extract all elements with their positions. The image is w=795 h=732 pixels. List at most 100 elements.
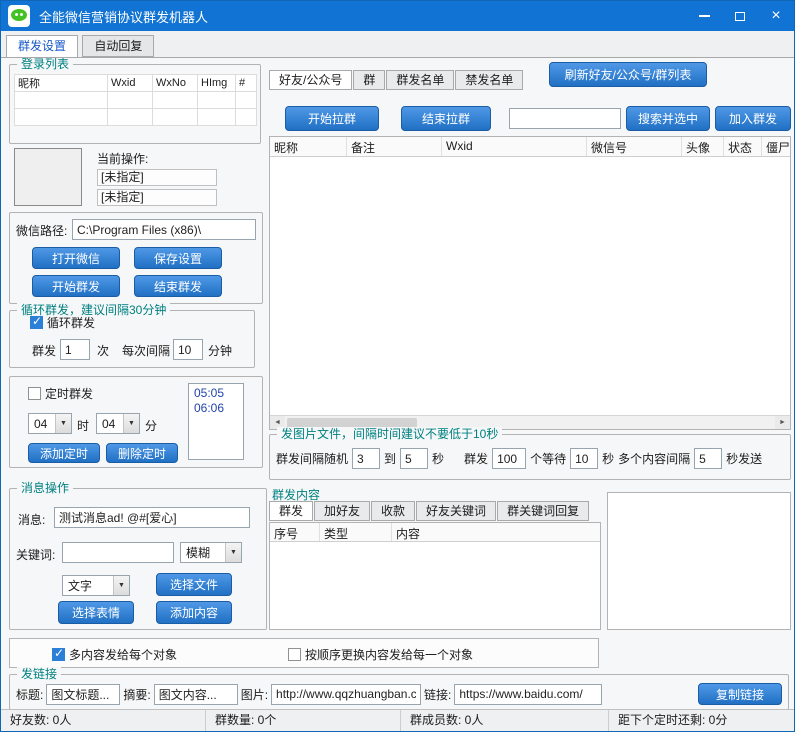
interval-label-4: 群发 xyxy=(464,452,489,466)
close-button[interactable]: × xyxy=(758,1,794,31)
send-link-title: 发链接 xyxy=(17,667,62,682)
content-type-select[interactable]: 文字 ▼ xyxy=(62,575,130,596)
friend-tabs: 好友/公众号 群 群发名单 禁发名单 xyxy=(269,70,524,90)
tab-mass-send[interactable]: 群发 xyxy=(269,501,314,521)
select-file-button[interactable]: 选择文件 xyxy=(156,573,232,596)
tab-collect-payment[interactable]: 收款 xyxy=(371,501,416,521)
close-icon: × xyxy=(771,7,781,24)
stop-mass-send-button[interactable]: 结束群发 xyxy=(134,275,222,297)
interval-label-8: 秒发送 xyxy=(726,452,763,466)
scroll-right-icon[interactable]: ► xyxy=(775,416,790,429)
tab-groups[interactable]: 群 xyxy=(353,70,386,90)
multi-content-checkbox[interactable]: 多内容发给每个对象 xyxy=(52,646,177,663)
table-row[interactable] xyxy=(14,108,257,126)
tab-send-list[interactable]: 群发名单 xyxy=(386,70,455,90)
interval-label-5: 个等待 xyxy=(530,452,567,466)
minimize-icon xyxy=(698,15,710,17)
link-summary-input[interactable] xyxy=(153,683,238,705)
search-select-button[interactable]: 搜索并选中 xyxy=(626,106,710,131)
loop-times-input[interactable] xyxy=(60,339,90,360)
content-tabs: 群发 加好友 收款 好友关键词 群关键词回复 xyxy=(269,501,590,521)
current-op-value-1: [未指定] xyxy=(97,169,217,186)
minimize-button[interactable] xyxy=(686,1,722,31)
tab-group-keyword-reply[interactable]: 群关键词回复 xyxy=(497,501,590,521)
interval-max-input[interactable] xyxy=(400,448,429,469)
tab-auto-reply[interactable]: 自动回复 xyxy=(82,35,155,57)
maximize-button[interactable] xyxy=(722,1,758,31)
link-url-input[interactable] xyxy=(454,683,603,705)
loop-interval-input[interactable] xyxy=(173,339,203,360)
link-url-label: 链接: xyxy=(424,687,452,702)
match-mode-select[interactable]: 模糊 ▼ xyxy=(180,542,242,563)
tab-ban-list[interactable]: 禁发名单 xyxy=(455,70,524,90)
status-group-count: 群数量: 0个 xyxy=(206,710,401,731)
timed-hour-value: 04 xyxy=(34,416,48,431)
wechat-path-box: 微信路径: 打开微信 保存设置 开始群发 结束群发 xyxy=(9,212,263,304)
tab-add-friend[interactable]: 加好友 xyxy=(314,501,371,521)
login-list-table[interactable]: 昵称 Wxid WxNo HImg # xyxy=(14,74,257,126)
wait-seconds-input[interactable] xyxy=(570,448,599,469)
timed-times-list[interactable]: 05:05 06:06 xyxy=(188,383,244,460)
keyword-input[interactable] xyxy=(62,542,174,563)
loop-send-groupbox: 循环群发，建议间隔30分钟 循环群发 群发 次 每次间隔 分钟 xyxy=(9,303,255,368)
login-list-header: 昵称 Wxid WxNo HImg # xyxy=(14,74,257,92)
open-wechat-button[interactable]: 打开微信 xyxy=(32,247,120,269)
start-pull-group-button[interactable]: 开始拉群 xyxy=(285,106,379,131)
loop-times-unit: 次 xyxy=(97,344,110,358)
status-timer-remaining: 距下个定时还剩: 0分 xyxy=(618,713,728,727)
send-link-row: 标题: 摘要: 图片: 链接: 复制链接 xyxy=(16,683,782,705)
timed-hour-select[interactable]: 04 ▼ xyxy=(28,413,72,434)
sequential-content-label: 按顺序更换内容发给每一个对象 xyxy=(305,648,474,662)
tab-friend-keyword[interactable]: 好友关键词 xyxy=(416,501,497,521)
batch-size-input[interactable] xyxy=(492,448,527,469)
content-table-header: 序号 类型 内容 xyxy=(270,523,600,542)
content-table-body[interactable] xyxy=(270,542,600,629)
timed-minute-select[interactable]: 04 ▼ xyxy=(96,413,140,434)
col-wxid: Wxid xyxy=(442,137,587,156)
message-input[interactable] xyxy=(54,507,250,528)
link-title-label: 标题: xyxy=(16,687,44,702)
start-mass-send-button[interactable]: 开始群发 xyxy=(32,275,120,297)
add-timer-button[interactable]: 添加定时 xyxy=(28,443,100,463)
link-image-input[interactable] xyxy=(271,683,422,705)
col-nickname: 昵称 xyxy=(270,137,347,156)
interval-min-input[interactable] xyxy=(352,448,381,469)
list-item[interactable]: 05:05 xyxy=(194,386,238,401)
timed-send-checkbox[interactable]: 定时群发 xyxy=(28,385,93,402)
select-emoji-button[interactable]: 选择表情 xyxy=(58,601,134,624)
refresh-list-button[interactable]: 刷新好友/公众号/群列表 xyxy=(549,62,707,87)
timed-send-box: 定时群发 04 ▼ 时 04 ▼ 分 05:05 06:06 添加定时 删除定时 xyxy=(9,376,263,468)
sequential-content-checkbox[interactable]: 按顺序更换内容发给每一个对象 xyxy=(288,646,473,663)
join-send-button[interactable]: 加入群发 xyxy=(715,106,791,131)
timed-minute-unit: 分 xyxy=(145,419,158,433)
friends-table-body[interactable] xyxy=(270,157,790,415)
login-col-nickname: 昵称 xyxy=(14,74,108,92)
loop-send-checkbox[interactable]: 循环群发 xyxy=(30,314,95,331)
tab-send-settings[interactable]: 群发设置 xyxy=(6,35,79,58)
search-input[interactable] xyxy=(509,108,621,129)
window-controls: × xyxy=(686,1,794,31)
list-item[interactable]: 06:06 xyxy=(194,401,238,416)
timed-hour-unit: 时 xyxy=(77,419,90,433)
checkbox-icon xyxy=(28,387,41,400)
col-avatar: 头像 xyxy=(682,137,724,156)
tab-friends-public[interactable]: 好友/公众号 xyxy=(269,70,353,90)
end-pull-group-button[interactable]: 结束拉群 xyxy=(401,106,491,131)
content-gap-input[interactable] xyxy=(694,448,723,469)
delete-timer-button[interactable]: 删除定时 xyxy=(106,443,178,463)
link-title-input[interactable] xyxy=(46,683,121,705)
loop-interval-label: 每次间隔 xyxy=(122,344,171,358)
content-preview-textarea[interactable] xyxy=(607,492,791,630)
login-col-wxid: Wxid xyxy=(107,74,153,92)
interval-label-1: 群发间隔随机 xyxy=(276,452,349,466)
save-settings-button[interactable]: 保存设置 xyxy=(134,247,222,269)
copy-link-button[interactable]: 复制链接 xyxy=(698,683,782,705)
main-tabstrip: 群发设置 自动回复 xyxy=(1,31,794,58)
status-member-count: 群成员数: 0人 xyxy=(401,710,609,731)
add-content-button[interactable]: 添加内容 xyxy=(156,601,232,624)
wechat-path-input[interactable] xyxy=(72,219,256,240)
wechat-bubble-icon xyxy=(11,9,27,21)
scrollbar-thumb[interactable] xyxy=(287,417,417,428)
current-op-value-2: [未指定] xyxy=(97,189,217,206)
table-row[interactable] xyxy=(14,91,257,109)
